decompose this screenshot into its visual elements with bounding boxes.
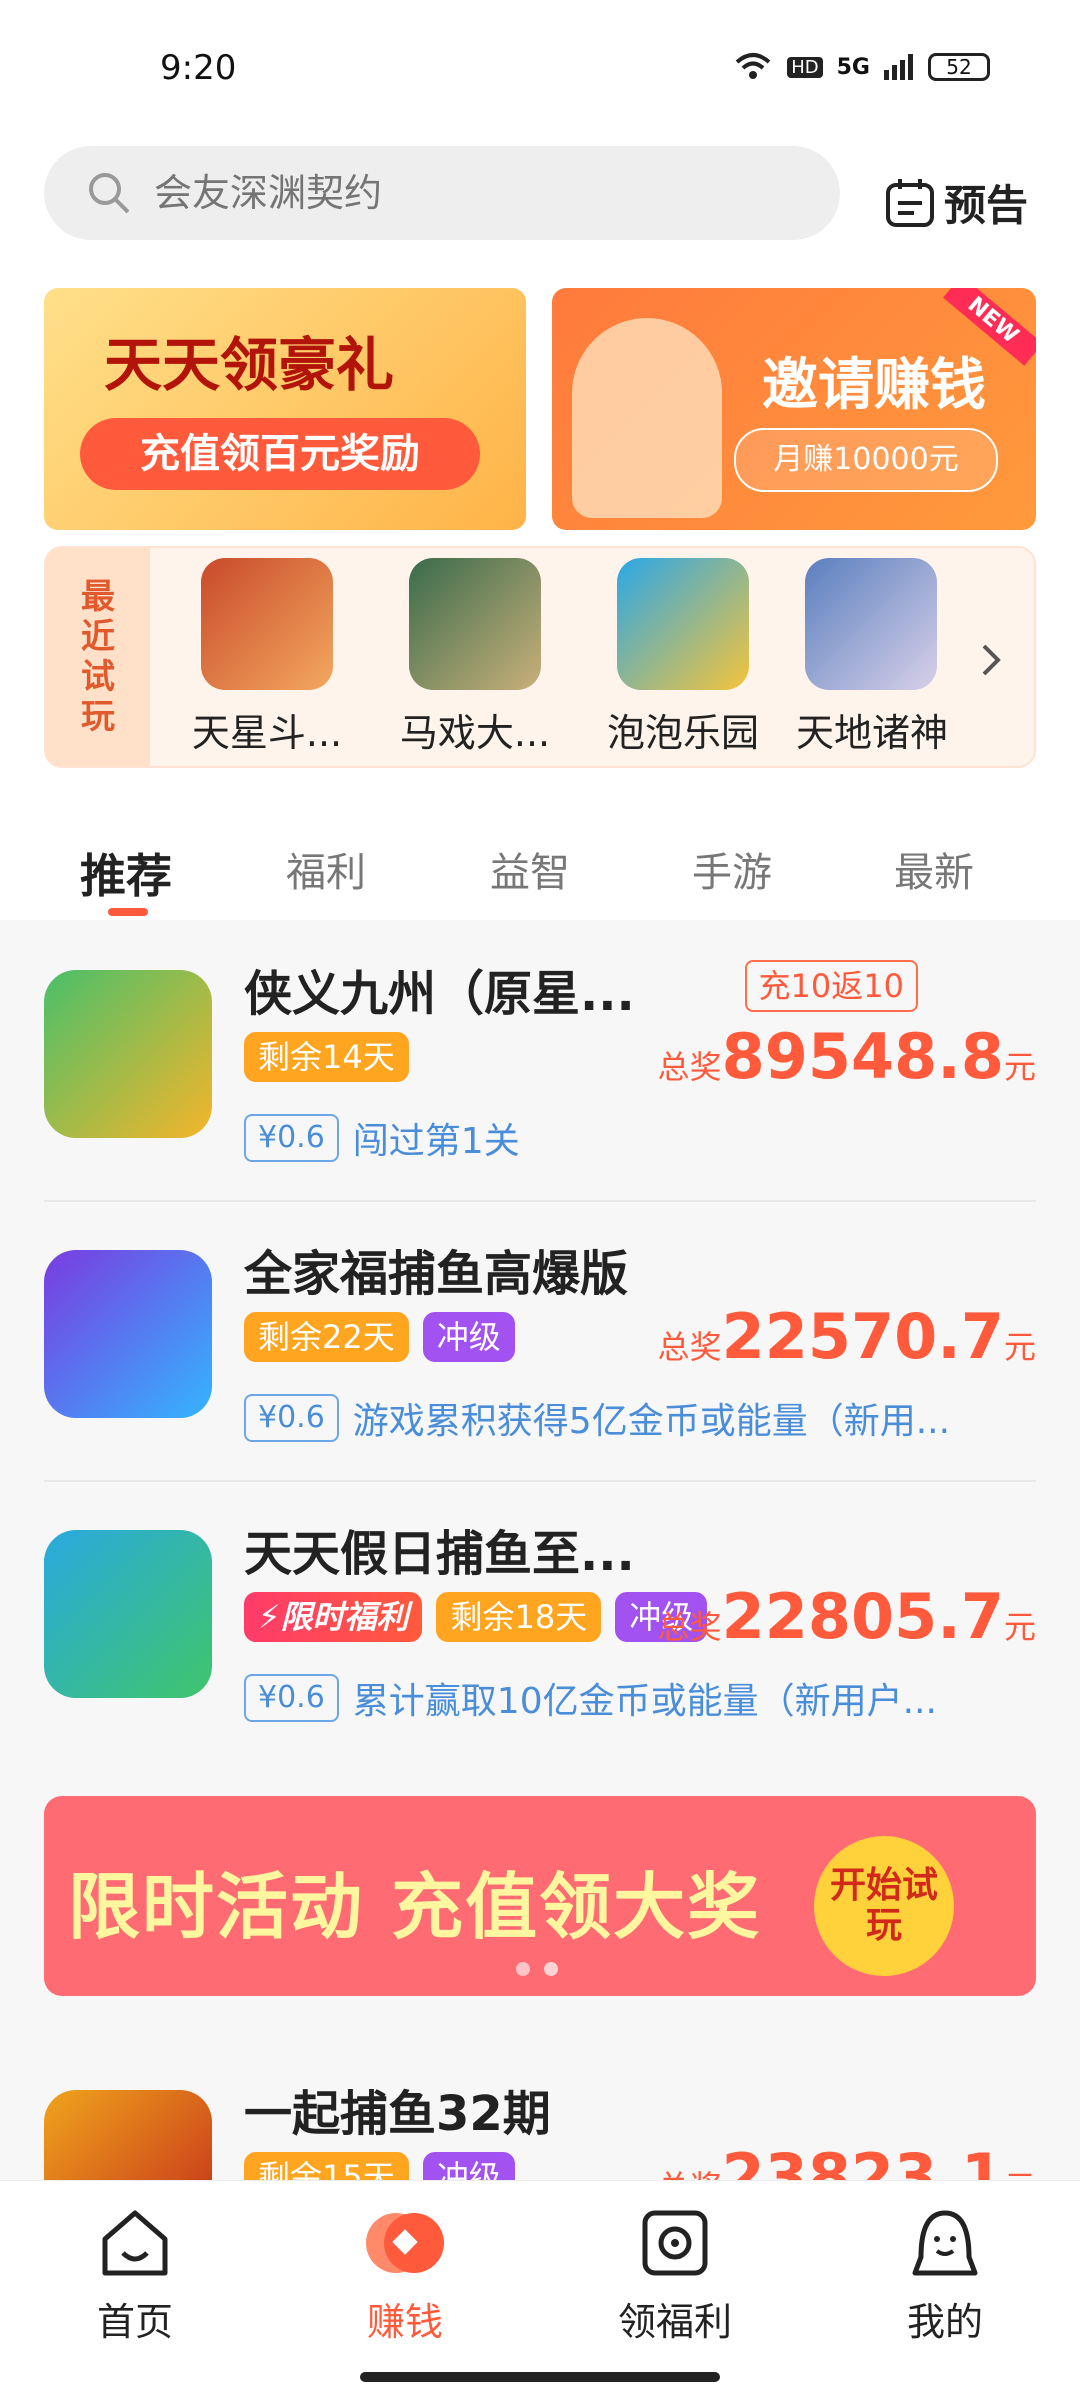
nav-mine[interactable]: 我的 <box>865 2207 1025 2346</box>
game-icon <box>201 558 333 690</box>
price-badge: ¥0.6 <box>244 1394 339 1442</box>
recent-played: 最 近 试 玩 天星斗... 马戏大... 泡泡乐园 天地诸神 <box>44 546 1036 768</box>
tab-puzzle[interactable]: 益智 <box>490 840 570 898</box>
tab-welfare[interactable]: 福利 <box>286 840 366 898</box>
chevron-right-icon[interactable] <box>976 640 1006 680</box>
nav-welfare[interactable]: 领福利 <box>595 2207 755 2346</box>
game-icon <box>44 970 212 1138</box>
calendar-icon <box>886 178 934 227</box>
carousel-dot <box>516 1962 530 1976</box>
preview-button[interactable]: 预告 <box>884 172 1028 233</box>
total-reward: 总奖89548.8元 <box>657 1020 1036 1093</box>
game-title: 侠义九州（原星... <box>244 966 635 1022</box>
banner-right-subtitle: 月赚10000元 <box>734 428 998 492</box>
category-tabs: 推荐 福利 益智 手游 最新 <box>0 820 1080 920</box>
days-left-tag: 剩余14天 <box>244 1032 409 1082</box>
network-icon: 5G <box>836 54 870 80</box>
recent-game[interactable]: 马戏大... <box>380 558 570 757</box>
list-item[interactable]: 侠义九州（原星... 充10返10 剩余14天 总奖89548.8元 ¥0.6 … <box>0 920 1080 1200</box>
search-input[interactable] <box>152 170 776 216</box>
banner-invite[interactable]: 邀请赚钱 月赚10000元 NEW <box>552 288 1036 530</box>
wifi-icon <box>735 53 771 79</box>
task-line: ¥0.6 闯过第1关 <box>244 1112 520 1164</box>
banner-left-title: 天天领豪礼 <box>104 331 395 399</box>
game-title: 天天假日捕鱼至... <box>244 1526 635 1582</box>
hd-icon: HD <box>787 56 823 78</box>
total-reward: 总奖22570.7元 <box>657 1300 1036 1373</box>
gift-card-icon <box>642 2210 708 2276</box>
recent-game[interactable]: 泡泡乐园 <box>588 558 778 757</box>
tab-indicator <box>108 908 148 916</box>
days-left-tag: 剩余22天 <box>244 1312 409 1362</box>
earn-icon <box>366 2213 444 2273</box>
activity-text: 限时活动 充值领大奖 <box>68 1865 762 1949</box>
total-reward: 总奖22805.7元 <box>657 1580 1036 1653</box>
carousel-dots <box>516 1962 558 1976</box>
days-left-tag: 剩余18天 <box>436 1592 602 1642</box>
price-badge: ¥0.6 <box>244 1114 339 1162</box>
price-badge: ¥0.6 <box>244 1674 339 1722</box>
invite-illustration <box>572 318 722 518</box>
tab-latest[interactable]: 最新 <box>894 840 974 898</box>
limited-welfare-tag: ⚡限时福利 <box>244 1592 423 1642</box>
game-title: 全家福捕鱼高爆版 <box>244 1246 629 1302</box>
tab-recommend[interactable]: 推荐 <box>80 840 172 906</box>
signal-icon <box>884 54 913 80</box>
preview-label: 预告 <box>944 181 1029 230</box>
home-icon <box>102 2210 168 2276</box>
banner-daily-gift[interactable]: 天天领豪礼 充值领百元奖励 <box>44 288 526 530</box>
banner-left-subtitle: 充值领百元奖励 <box>80 418 480 490</box>
start-trial-button[interactable]: 开始试玩 <box>814 1836 954 1976</box>
task-line: ¥0.6 游戏累积获得5亿金币或能量（新用... <box>244 1392 950 1444</box>
carousel-dot <box>544 1962 558 1976</box>
nav-home[interactable]: 首页 <box>55 2207 215 2346</box>
game-icon <box>44 1250 212 1418</box>
game-icon <box>409 558 541 690</box>
recent-label: 最 近 试 玩 <box>46 548 150 766</box>
status-icons: HD 5G 52 <box>733 52 990 82</box>
profile-icon <box>912 2210 978 2276</box>
tab-mobile-games[interactable]: 手游 <box>692 840 772 898</box>
recharge-chip: 充10返10 <box>744 960 918 1012</box>
game-icon <box>44 1530 212 1698</box>
level-up-tag: 冲级 <box>422 1312 515 1362</box>
search-bar[interactable] <box>44 146 840 240</box>
home-indicator[interactable] <box>360 2372 720 2382</box>
list-item[interactable]: 天天假日捕鱼至... ⚡限时福利 剩余18天 冲级 总奖22805.7元 ¥0.… <box>0 1480 1080 1760</box>
battery-icon: 52 <box>928 53 990 81</box>
task-text: 累计赢取10亿金币或能量（新用户... <box>352 1681 937 1722</box>
game-icon <box>617 558 749 690</box>
search-icon <box>89 173 130 214</box>
task-text: 游戏累积获得5亿金币或能量（新用... <box>352 1401 951 1442</box>
list-item[interactable]: 全家福捕鱼高爆版 剩余22天 冲级 总奖22570.7元 ¥0.6 游戏累积获得… <box>0 1200 1080 1480</box>
nav-earn[interactable]: 赚钱 <box>325 2207 485 2346</box>
status-time: 9:20 <box>160 48 237 88</box>
game-icon <box>805 558 937 690</box>
game-title: 一起捕鱼32期 <box>244 2086 551 2142</box>
task-line: ¥0.6 累计赢取10亿金币或能量（新用户... <box>244 1672 937 1724</box>
recent-game[interactable]: 天地诸神 <box>796 558 946 757</box>
bottom-navigation: 首页 赚钱 领福利 我的 <box>0 2180 1080 2401</box>
recent-game[interactable]: 天星斗... <box>172 558 362 757</box>
task-text: 闯过第1关 <box>352 1121 520 1162</box>
banner-right-title: 邀请赚钱 <box>762 353 986 418</box>
